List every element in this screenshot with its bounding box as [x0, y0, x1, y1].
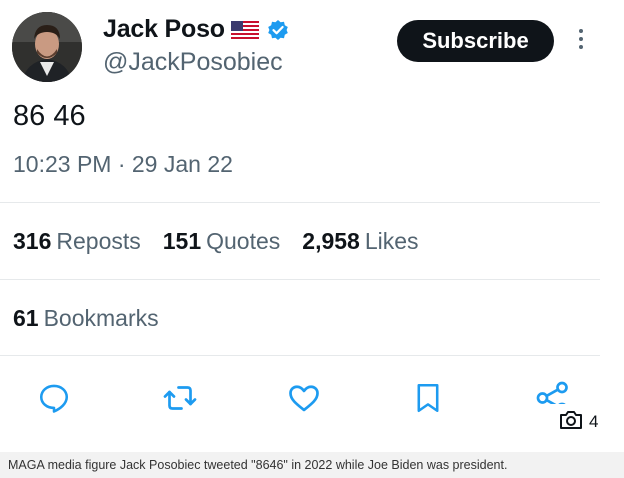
author-name-row: Jack Poso — [103, 15, 289, 44]
tweet-text: 86 46 — [13, 100, 86, 132]
reposts-count: 316 — [13, 228, 52, 254]
user-handle[interactable]: @JackPosobiec — [103, 48, 283, 77]
us-flag-icon — [230, 20, 259, 39]
like-icon[interactable] — [284, 378, 324, 418]
quotes-stat[interactable]: 151 Quotes — [163, 228, 281, 255]
divider — [0, 355, 600, 356]
bookmarks-count: 61 — [13, 305, 39, 331]
verified-badge-icon — [267, 19, 289, 41]
bookmark-icon[interactable] — [408, 378, 448, 418]
divider — [0, 279, 600, 280]
bookmarks-stat[interactable]: 61 Bookmarks — [13, 305, 159, 332]
reposts-stat[interactable]: 316 Reposts — [13, 228, 141, 255]
action-bar — [0, 378, 600, 420]
image-caption: MAGA media figure Jack Posobiec tweeted … — [0, 452, 624, 478]
subscribe-button[interactable]: Subscribe — [397, 20, 554, 62]
display-name[interactable]: Jack Poso — [103, 15, 225, 44]
quotes-count: 151 — [162, 228, 202, 254]
likes-stat[interactable]: 2,958 Likes — [302, 228, 418, 255]
likes-label: Likes — [364, 228, 419, 254]
camera-icon — [559, 410, 583, 435]
reposts-label: Reposts — [56, 228, 141, 254]
repost-icon[interactable] — [160, 378, 200, 418]
more-options-icon[interactable] — [571, 26, 591, 56]
tweet-timestamp[interactable]: 10:23 PM · 29 Jan 22 — [13, 151, 233, 178]
avatar[interactable] — [12, 12, 82, 82]
quotes-label: Quotes — [206, 228, 281, 254]
photo-gallery-badge[interactable]: 4 — [551, 404, 612, 440]
photo-count: 4 — [589, 412, 599, 431]
divider — [0, 202, 600, 203]
engagement-stats: 316 Reposts 151 Quotes 2,958 Likes — [13, 228, 419, 255]
reply-icon[interactable] — [34, 378, 74, 418]
bookmarks-label: Bookmarks — [43, 305, 159, 331]
likes-count: 2,958 — [302, 228, 360, 254]
tweet-card: Jack Poso @JackPosobiec Subscribe 86 46 … — [0, 0, 624, 450]
